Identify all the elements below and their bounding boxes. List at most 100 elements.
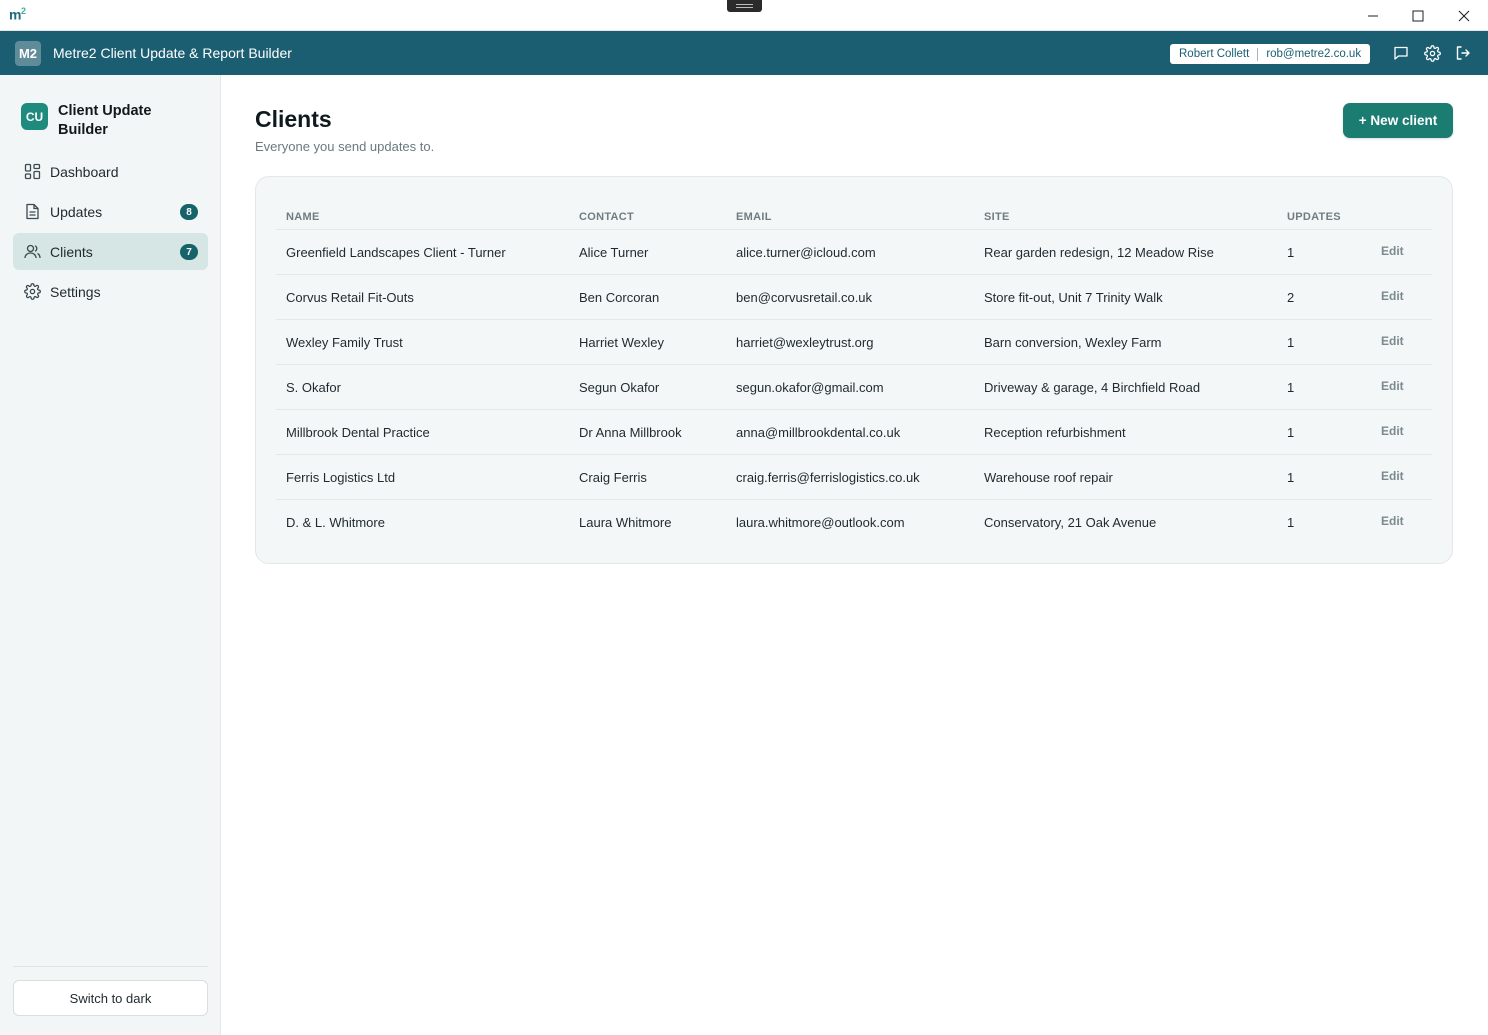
contact-cell: Segun Okafor xyxy=(579,380,660,395)
email-cell: harriet@wexleytrust.org xyxy=(736,335,874,350)
updates-count-cell: 1 xyxy=(1287,515,1295,530)
minimize-icon xyxy=(1368,15,1378,16)
app-header: M2 Metre2 Client Update & Report Builder… xyxy=(0,31,1488,75)
column-header-updates[interactable]: UPDATES xyxy=(1287,207,1341,227)
contact-cell: Alice Turner xyxy=(579,245,649,260)
client-name-cell: Wexley Family Trust xyxy=(286,335,403,350)
contact-cell: Dr Anna Millbrook xyxy=(579,425,682,440)
count-badge: 7 xyxy=(180,244,198,260)
table-row[interactable]: S. Okafor Segun Okafor segun.okafor@gmail.… xyxy=(276,365,1432,410)
table-body: Greenfield Landscapes Client - Turner Ali… xyxy=(276,230,1432,545)
sidebar-item-label: Clients xyxy=(50,243,93,260)
gear-icon xyxy=(1423,44,1441,62)
users-icon xyxy=(23,243,41,261)
edit-link[interactable]: Edit xyxy=(1381,500,1404,543)
column-header-contact[interactable]: CONTACT xyxy=(579,207,634,227)
close-icon xyxy=(1458,10,1470,21)
sidebar-item-settings[interactable]: Settings xyxy=(13,273,208,310)
column-header-name[interactable]: NAME xyxy=(286,207,320,227)
os-title-bar: m2 xyxy=(0,0,1488,31)
site-cell: Barn conversion, Wexley Farm xyxy=(984,335,1162,350)
updates-count-cell: 1 xyxy=(1287,245,1295,260)
column-header-email[interactable]: EMAIL xyxy=(736,207,772,227)
table-row[interactable]: Millbrook Dental Practice Dr Anna Millbro… xyxy=(276,410,1432,455)
count-badge: 8 xyxy=(180,204,198,220)
site-cell: Warehouse roof repair xyxy=(984,470,1113,485)
brand: CU Client Update Builder xyxy=(21,102,168,140)
contact-cell: Harriet Wexley xyxy=(579,335,665,350)
site-cell: Conservatory, 21 Oak Avenue xyxy=(984,515,1157,530)
contact-cell: Craig Ferris xyxy=(579,470,647,485)
updates-count-cell: 1 xyxy=(1287,470,1295,485)
logout-button[interactable] xyxy=(1453,43,1473,63)
dashboard-icon xyxy=(23,163,41,181)
maximize-button[interactable] xyxy=(1395,0,1441,31)
app-logo: m2 xyxy=(9,6,26,23)
column-header-site[interactable]: SITE xyxy=(984,207,1010,227)
sidebar-item-updates[interactable]: Updates 8 xyxy=(13,193,208,230)
contact-cell: Ben Corcoran xyxy=(579,290,660,305)
sidebar-item-label: Updates xyxy=(50,203,103,220)
brand-name: Client Update Builder xyxy=(58,103,152,138)
edit-link[interactable]: Edit xyxy=(1381,365,1404,408)
table-row[interactable]: Ferris Logistics Ltd Craig Ferris craig.fe… xyxy=(276,455,1432,500)
email-cell: anna@millbrookdental.co.uk xyxy=(736,425,901,440)
user-pill[interactable]: Robert Collett rob@metre2.co.uk xyxy=(1170,44,1371,64)
edit-link[interactable]: Edit xyxy=(1381,230,1404,273)
client-name-cell: Greenfield Landscapes Client - Turner xyxy=(286,245,506,260)
sidebar-item-label: Dashboard xyxy=(50,163,119,180)
page-title: Clients xyxy=(255,106,332,132)
client-name-cell: Corvus Retail Fit-Outs xyxy=(286,290,414,305)
new-client-button[interactable]: + New client xyxy=(1343,103,1453,138)
logout-icon xyxy=(1456,46,1470,60)
site-cell: Rear garden redesign, 12 Meadow Rise xyxy=(984,245,1214,260)
sidebar-item-label: Settings xyxy=(50,283,101,300)
gear-icon xyxy=(23,283,41,301)
client-name-cell: Millbrook Dental Practice xyxy=(286,425,430,440)
minimize-button[interactable] xyxy=(1350,0,1396,31)
table-row[interactable]: D. & L. Whitmore Laura Whitmore laura.whit… xyxy=(276,500,1432,545)
page-subtitle: Everyone you send updates to. xyxy=(255,139,435,154)
updates-count-cell: 1 xyxy=(1287,335,1295,350)
table-row[interactable]: Wexley Family Trust Harriet Wexley harriet… xyxy=(276,320,1432,365)
client-name-cell: S. Okafor xyxy=(286,380,341,395)
edit-link[interactable]: Edit xyxy=(1381,455,1404,498)
snap-handle[interactable] xyxy=(727,0,762,12)
feedback-button[interactable] xyxy=(1391,43,1411,63)
user-name: Robert Collett xyxy=(1179,48,1250,60)
client-name-cell: Ferris Logistics Ltd xyxy=(286,470,396,485)
table-row[interactable]: Greenfield Landscapes Client - Turner Ali… xyxy=(276,230,1432,275)
app-badge: M2 xyxy=(15,41,41,66)
maximize-icon xyxy=(1412,10,1424,21)
app-title: Metre2 Client Update & Report Builder xyxy=(53,45,292,61)
email-cell: laura.whitmore@outlook.com xyxy=(736,515,905,530)
edit-link[interactable]: Edit xyxy=(1381,320,1404,363)
sidebar-item-dashboard[interactable]: Dashboard xyxy=(13,153,208,190)
updates-count-cell: 2 xyxy=(1287,290,1295,305)
sidebar-item-clients[interactable]: Clients 7 xyxy=(13,233,208,270)
clients-table-card: NAME CONTACT EMAIL SITE UPDATES Greenfie… xyxy=(255,176,1453,564)
email-cell: ben@corvusretail.co.uk xyxy=(736,290,873,305)
site-cell: Store fit-out, Unit 7 Trinity Walk xyxy=(984,290,1163,305)
close-button[interactable] xyxy=(1441,0,1487,31)
email-cell: segun.okafor@gmail.com xyxy=(736,380,884,395)
edit-link[interactable]: Edit xyxy=(1381,275,1404,318)
document-icon xyxy=(23,203,41,221)
brand-badge: CU xyxy=(21,103,48,130)
divider xyxy=(13,966,208,967)
chat-icon xyxy=(1394,46,1408,60)
site-cell: Reception refurbishment xyxy=(984,425,1126,440)
updates-count-cell: 1 xyxy=(1287,425,1295,440)
sidebar: CU Client Update Builder Dashboard Updat… xyxy=(0,75,221,1035)
site-cell: Driveway & garage, 4 Birchfield Road xyxy=(984,380,1201,395)
table-row[interactable]: Corvus Retail Fit-Outs Ben Corcoran ben@co… xyxy=(276,275,1432,320)
email-cell: craig.ferris@ferrislogistics.co.uk xyxy=(736,470,920,485)
sidebar-nav: Dashboard Updates 8 Clients 7 Settings xyxy=(13,153,208,313)
settings-button[interactable] xyxy=(1422,43,1442,63)
table-header: NAME CONTACT EMAIL SITE UPDATES xyxy=(276,203,1432,230)
theme-toggle-button[interactable]: Switch to dark xyxy=(13,980,208,1016)
updates-count-cell: 1 xyxy=(1287,380,1295,395)
edit-link[interactable]: Edit xyxy=(1381,410,1404,453)
client-name-cell: D. & L. Whitmore xyxy=(286,515,385,530)
user-email: rob@metre2.co.uk xyxy=(1266,48,1362,60)
